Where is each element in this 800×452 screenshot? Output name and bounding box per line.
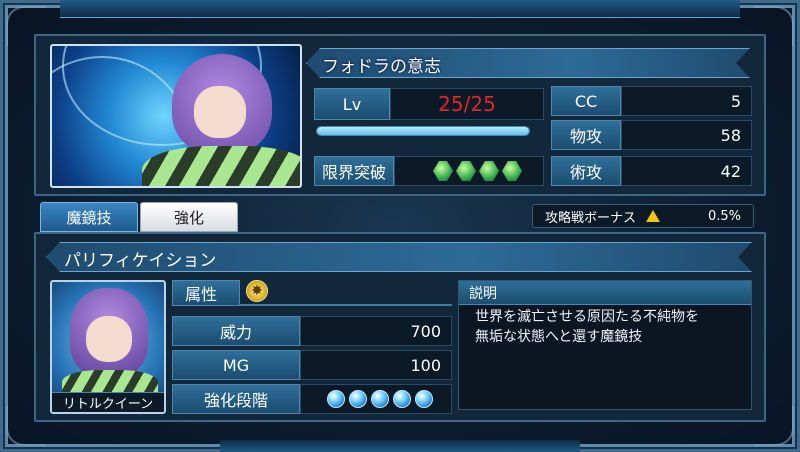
character-body: [142, 146, 300, 186]
portrait-caption: リトルクイーン: [52, 392, 164, 412]
limit-gem-icon: [456, 161, 476, 181]
cc-label: CC: [551, 86, 621, 116]
enhance-stage-orbs: [300, 384, 452, 414]
description-label: 説明: [459, 281, 751, 305]
mg-value: 100: [300, 350, 452, 380]
stage-orb-icon: [393, 390, 411, 408]
description-text: 世界を滅亡させる原因たる不純物を 無垢な状態へと還す魔鏡技: [459, 305, 751, 349]
stage-orb-icon: [327, 390, 345, 408]
raid-bonus: 攻略戦ボーナス 0.5%: [532, 204, 754, 228]
physical-attack-label: 物攻: [551, 120, 621, 150]
tab-enhance[interactable]: 強化: [140, 202, 238, 232]
bottom-ornament: [220, 440, 580, 452]
tab-mirror-skill[interactable]: 魔鏡技: [40, 202, 138, 232]
description-line: 無垢な状態へと還す魔鏡技: [475, 329, 643, 345]
stage-orb-icon: [371, 390, 389, 408]
card-artwork[interactable]: [50, 44, 302, 188]
description-box: 説明 世界を滅亡させる原因たる不純物を 無垢な状態へと還す魔鏡技: [458, 280, 752, 410]
limit-break-gems: [394, 156, 544, 186]
limit-gem-icon: [502, 161, 522, 181]
magic-attack-value: 42: [621, 156, 752, 186]
magic-attack-label: 術攻: [551, 156, 621, 186]
portrait-face: [86, 316, 132, 362]
limit-break-label: 限界突破: [314, 156, 394, 186]
power-label: 威力: [172, 316, 300, 346]
limit-gem-icon: [479, 161, 499, 181]
limit-gem-icon: [433, 161, 453, 181]
power-value: 700: [300, 316, 452, 346]
level-value: 25/25: [390, 88, 544, 120]
raid-bonus-label: 攻略戦ボーナス: [545, 210, 637, 226]
stage-orb-icon: [349, 390, 367, 408]
card-title: フォドラの意志: [322, 57, 441, 77]
description-line: 世界を滅亡させる原因たる不純物を: [475, 309, 699, 325]
enhance-stage-label: 強化段階: [172, 384, 300, 414]
light-element-icon: ✸: [246, 280, 268, 302]
raid-bonus-value: 0.5%: [707, 208, 741, 224]
skill-portrait[interactable]: リトルクイーン: [50, 280, 166, 414]
exp-bar-fill: [317, 127, 529, 135]
cc-value: 5: [621, 86, 752, 116]
exp-bar: [316, 126, 530, 136]
character-face: [194, 86, 246, 138]
attribute-underline: [240, 304, 452, 306]
skill-name: パリフィケイション: [64, 251, 217, 271]
up-arrow-icon: [646, 210, 661, 222]
level-label: Lv: [314, 88, 390, 120]
top-ornament: [60, 0, 740, 18]
physical-attack-value: 58: [621, 120, 752, 150]
mg-label: MG: [172, 350, 300, 380]
stage-orb-icon: [415, 390, 433, 408]
attribute-label: 属性: [172, 280, 240, 306]
